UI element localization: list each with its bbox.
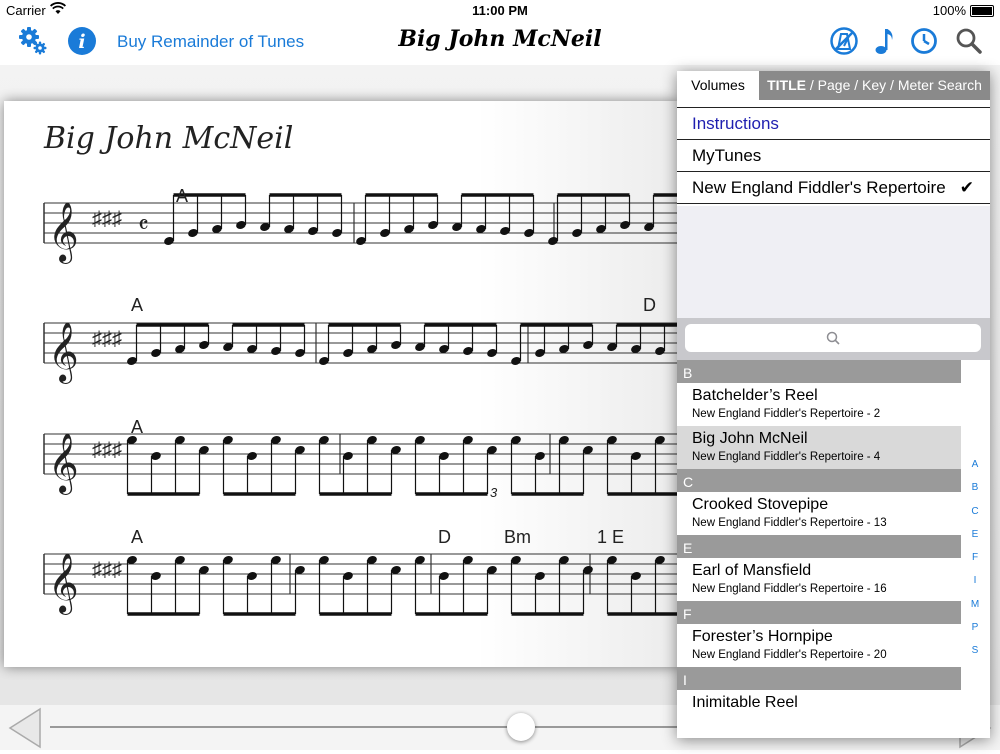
tune-list: B Batchelder’s Reel New England Fiddler'… [677,360,961,733]
tab-search-rest: / Page / Key / Meter Search [806,77,982,93]
chord-label: D [643,295,656,315]
svg-text:𝄞: 𝄞 [48,433,79,495]
section-header-i: I [677,667,961,690]
battery-icon [970,5,994,17]
music-staves: 𝄞 ♯♯♯ 𝄴 𝄞 ♯♯♯ 𝄞 ♯♯♯ 𝄞 ♯♯♯ A A D A A D Bm 1 E 3 [43,186,680,616]
tune-name: Crooked Stovepipe [692,496,829,513]
svg-text:♯♯♯: ♯♯♯ [92,208,122,230]
volume-label: MyTunes [692,146,762,165]
section-header-c: C [677,469,961,492]
page-slider-thumb[interactable] [507,713,535,741]
previous-page-arrow-icon[interactable] [8,707,42,754]
tune-name: Forester’s Hornpipe [692,628,833,645]
tune-row-crooked-stovepipe[interactable]: Crooked Stovepipe New England Fiddler's … [677,492,961,535]
volume-label: Instructions [692,114,779,133]
tune-source: New England Fiddler's Repertoire - 2 [692,408,881,420]
index-letter-i[interactable]: I [964,569,986,592]
tune-name: Earl of Mansfield [692,562,812,579]
music-note-icon[interactable] [873,26,897,61]
chord-label: A [131,295,143,315]
search-icon [826,331,840,345]
volume-list: Instructions MyTunes New England Fiddler… [677,107,990,204]
chord-label: A [176,186,188,206]
volume-label: New England Fiddler's Repertoire [692,178,946,197]
section-index-bar[interactable]: A B C E F I M P S [964,453,986,663]
tune-browser-popover: Volumes TITLE / Page / Key / Meter Searc… [677,71,990,738]
tab-search[interactable]: TITLE / Page / Key / Meter Search [759,71,990,100]
index-letter-m[interactable]: M [964,593,986,616]
volume-item-instructions[interactable]: Instructions [677,107,990,139]
chord-label: 1 E [597,527,624,547]
status-bar: Carrier 11:00 PM 100% [0,0,1000,20]
search-bar [677,318,990,360]
tune-row-big-john-mcneil[interactable]: Big John McNeil New England Fiddler's Re… [677,426,961,469]
top-toolbar: i Buy Remainder of Tunes Big John McNeil [0,20,1000,65]
tab-volumes[interactable]: Volumes [677,71,759,100]
popover-tabs: Volumes TITLE / Page / Key / Meter Searc… [677,71,990,100]
tune-source: New England Fiddler's Repertoire - 13 [692,517,887,529]
tune-row-inimitable-reel[interactable]: Inimitable Reel [677,690,961,733]
svg-text:𝄞: 𝄞 [48,322,79,384]
tune-source: New England Fiddler's Repertoire - 20 [692,649,887,661]
tune-source: New England Fiddler's Repertoire - 16 [692,583,887,595]
svg-text:♯♯♯: ♯♯♯ [92,559,122,581]
index-letter-f[interactable]: F [964,546,986,569]
volume-list-empty-area [677,206,990,318]
volume-item-mytunes[interactable]: MyTunes [677,139,990,171]
svg-text:𝄞: 𝄞 [48,553,79,615]
tune-name: Big John McNeil [692,430,808,447]
index-letter-p[interactable]: P [964,616,986,639]
svg-text:𝄴: 𝄴 [138,211,149,239]
clock-time: 11:00 PM [472,3,528,18]
svg-text:𝄞: 𝄞 [48,202,79,264]
search-icon[interactable] [955,26,983,61]
tune-name: Inimitable Reel [692,694,798,711]
index-letter-b[interactable]: B [964,476,986,499]
battery-percent: 100% [932,3,966,18]
chord-label: A [131,417,143,437]
tune-row-foresters-hornpipe[interactable]: Forester’s Hornpipe New England Fiddler'… [677,624,961,667]
chord-label: D [438,527,451,547]
svg-text:♯♯♯: ♯♯♯ [92,328,122,350]
index-letter-c[interactable]: C [964,500,986,523]
checkmark-icon: ✔ [959,178,974,197]
tune-row-earl-of-mansfield[interactable]: Earl of Mansfield New England Fiddler's … [677,558,961,601]
svg-text:♯♯♯: ♯♯♯ [92,439,122,461]
section-header-b: B [677,360,961,383]
tune-search-input[interactable] [685,324,981,352]
tuplet-label: 3 [490,485,498,500]
volume-item-new-england[interactable]: New England Fiddler's Repertoire ✔ [677,171,990,204]
section-header-e: E [677,535,961,558]
tune-source: New England Fiddler's Repertoire - 4 [692,451,881,463]
index-letter-s[interactable]: S [964,639,986,662]
tune-row-batchelders-reel[interactable]: Batchelder’s Reel New England Fiddler's … [677,383,961,426]
chord-label: Bm [504,527,531,547]
chord-label: A [131,527,143,547]
index-letter-e[interactable]: E [964,523,986,546]
index-letter-a[interactable]: A [964,453,986,476]
clock-icon[interactable] [910,26,938,61]
sheet-music-page[interactable]: Big John McNeil 𝄞 ♯♯♯ 𝄴 𝄞 ♯♯♯ 𝄞 ♯♯♯ 𝄞 ♯♯♯ A A D … [4,101,680,667]
metronome-off-icon[interactable] [829,26,859,61]
tab-search-title: TITLE [767,77,806,93]
section-header-f: F [677,601,961,624]
tune-name: Batchelder’s Reel [692,387,818,404]
